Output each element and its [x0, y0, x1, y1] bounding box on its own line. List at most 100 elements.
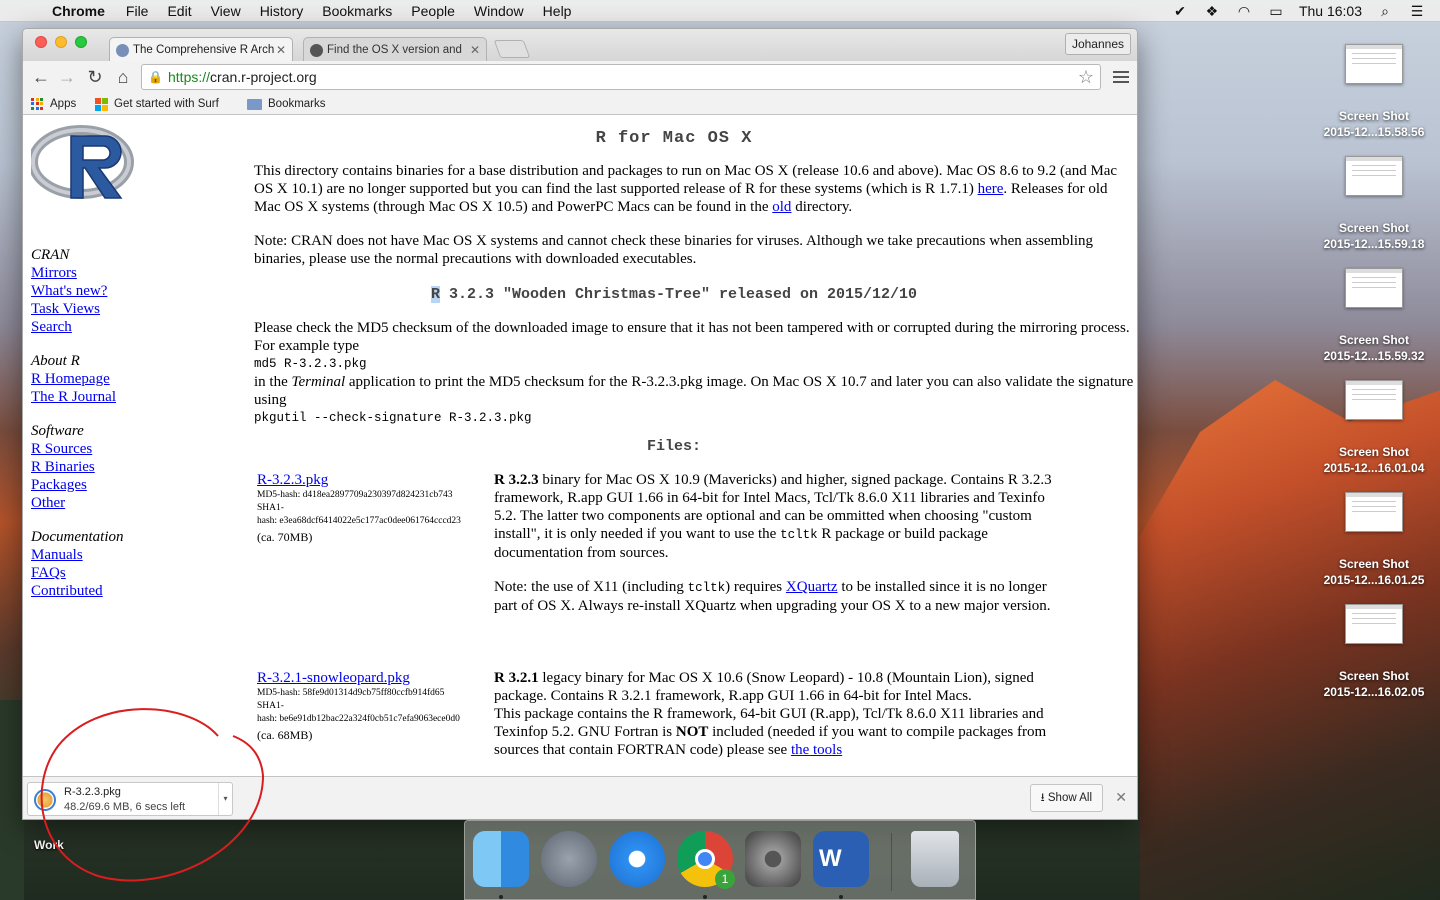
desktop-folder-work-label[interactable]: Work: [34, 838, 64, 852]
tab-find-osx-version[interactable]: Find the OS X version and ✕: [303, 37, 487, 62]
desktop-file-screenshot[interactable]: Screen Shot 2015-12...15.59.32: [1310, 268, 1438, 364]
chrome-menu-icon[interactable]: [1113, 68, 1129, 84]
trash-icon[interactable]: [911, 831, 959, 887]
sidebar-link-other[interactable]: Other: [31, 495, 65, 511]
bookmark-folder[interactable]: Bookmarks: [247, 96, 326, 112]
menu-window[interactable]: Window: [474, 3, 524, 19]
download-item[interactable]: R-3.2.3.pkg 48.2/69.6 MB, 6 secs left ▾: [27, 782, 233, 816]
screenshot-thumbnail: [1345, 604, 1403, 644]
close-window-button[interactable]: [35, 36, 47, 48]
menu-help[interactable]: Help: [543, 3, 572, 19]
desktop-file-label: Screen Shot 2015-12...15.58.56: [1323, 109, 1425, 139]
sidebar-link-whats-new[interactable]: What's new?: [31, 283, 107, 299]
sha1-hash: hash: e3ea68dcf6414022e5c177ac0dee061764…: [257, 516, 461, 526]
sidebar-link-search[interactable]: Search: [31, 319, 72, 335]
menu-edit[interactable]: Edit: [167, 3, 191, 19]
menu-view[interactable]: View: [211, 3, 241, 19]
close-tab-icon[interactable]: ✕: [468, 43, 482, 57]
r-logo[interactable]: [31, 122, 135, 206]
sidebar-link-task-views[interactable]: Task Views: [31, 301, 100, 317]
close-tab-icon[interactable]: ✕: [274, 43, 288, 57]
bookmark-apps[interactable]: Apps: [31, 96, 76, 112]
url-host: cran.r-project.org: [210, 69, 317, 85]
note-paragraph: Note: CRAN does not have Mac OS X system…: [254, 233, 1093, 267]
menu-bookmarks[interactable]: Bookmarks: [322, 3, 392, 19]
show-all-downloads-button[interactable]: ⭳ Show All: [1029, 784, 1103, 812]
link-the-tools[interactable]: the tools: [791, 742, 842, 758]
menu-file[interactable]: File: [126, 3, 149, 19]
tab-title: The Comprehensive R Arch: [133, 44, 274, 56]
tab-title: Find the OS X version and: [327, 44, 462, 56]
url-scheme: https://: [168, 69, 211, 85]
sidebar-link-r-binaries[interactable]: R Binaries: [31, 459, 95, 475]
desktop-file-screenshot[interactable]: Screen Shot 2015-12...16.01.04: [1310, 380, 1438, 476]
safari-icon[interactable]: [609, 831, 665, 887]
menu-people[interactable]: People: [411, 3, 455, 19]
chrome-icon[interactable]: 1: [677, 831, 735, 889]
sidebar-section-software: Software R Sources R Binaries Packages O…: [31, 422, 231, 512]
bookmark-star-icon[interactable]: ☆: [1078, 67, 1094, 88]
download-options-chevron-icon[interactable]: ▾: [218, 783, 232, 815]
tab-cran[interactable]: The Comprehensive R Arch ✕: [109, 37, 293, 62]
sidebar-link-manuals[interactable]: Manuals: [31, 547, 83, 563]
sidebar-link-mirrors[interactable]: Mirrors: [31, 265, 77, 281]
dropbox-icon[interactable]: ❖: [1203, 4, 1221, 18]
window-titlebar[interactable]: The Comprehensive R Arch ✕ Find the OS X…: [23, 29, 1137, 62]
download-filename: R-3.2.3.pkg: [64, 786, 121, 798]
screenshot-thumbnail: [1345, 492, 1403, 532]
system-preferences-icon[interactable]: [745, 831, 801, 887]
bookmark-get-started-surf[interactable]: Get started with Surf: [95, 96, 231, 112]
sidebar-heading: Documentation: [31, 529, 124, 545]
close-shelf-icon[interactable]: ✕: [1115, 789, 1127, 806]
folder-icon: [247, 98, 262, 110]
sidebar-link-r-sources[interactable]: R Sources: [31, 441, 92, 457]
launchpad-icon[interactable]: [541, 831, 597, 887]
new-tab-button[interactable]: [493, 40, 531, 58]
wifi-icon[interactable]: ◠: [1235, 4, 1253, 18]
profile-button[interactable]: Johannes: [1064, 33, 1131, 55]
address-bar[interactable]: 🔒 https://cran.r-project.org ☆: [141, 64, 1101, 90]
lock-icon[interactable]: 🔒: [148, 70, 163, 84]
desktop-file-label: Screen Shot 2015-12...16.01.04: [1323, 445, 1425, 475]
reload-icon[interactable]: ↻: [85, 67, 105, 87]
chrome-window: The Comprehensive R Arch ✕ Find the OS X…: [22, 28, 1138, 820]
dock: 1 W: [464, 820, 976, 900]
link-here[interactable]: here: [978, 181, 1004, 197]
home-icon[interactable]: ⌂: [113, 67, 133, 87]
apps-grid-icon: [31, 97, 44, 111]
word-w-glyph: W: [819, 845, 842, 872]
sidebar-link-faqs[interactable]: FAQs: [31, 565, 66, 581]
desktop-file-screenshot[interactable]: Screen Shot 2015-12...16.01.25: [1310, 492, 1438, 588]
screenshot-thumbnail: [1345, 44, 1403, 84]
back-arrow-icon[interactable]: ←: [31, 67, 51, 87]
sidebar-link-packages[interactable]: Packages: [31, 477, 87, 493]
spotlight-search-icon[interactable]: ⌕: [1376, 4, 1394, 18]
menubar-clock[interactable]: Thu 16:03: [1299, 3, 1362, 19]
sidebar-link-r-journal[interactable]: The R Journal: [31, 389, 116, 405]
screenshot-thumbnail: [1345, 380, 1403, 420]
file-download-link[interactable]: R-3.2.1-snowleopard.pkg: [257, 670, 410, 686]
bookmark-label: Apps: [50, 98, 77, 110]
desktop-file-screenshot[interactable]: Screen Shot 2015-12...15.59.18: [1310, 156, 1438, 252]
desktop-wallpaper-edge: [0, 700, 24, 900]
sidebar-link-contributed[interactable]: Contributed: [31, 583, 103, 599]
sidebar-link-r-homepage[interactable]: R Homepage: [31, 371, 110, 387]
finder-icon[interactable]: [473, 831, 529, 887]
notification-center-icon[interactable]: ☰: [1408, 4, 1426, 18]
zoom-window-button[interactable]: [75, 36, 87, 48]
dock-separator: [891, 833, 892, 891]
menu-history[interactable]: History: [260, 3, 304, 19]
minimize-window-button[interactable]: [55, 36, 67, 48]
desktop-file-screenshot[interactable]: Screen Shot 2015-12...15.58.56: [1310, 44, 1438, 140]
pkgutil-command: pkgutil --check-signature R-3.2.3.pkg: [254, 411, 532, 425]
file-download-link[interactable]: R-3.2.3.pkg: [257, 472, 328, 488]
battery-icon[interactable]: ▭: [1267, 4, 1285, 18]
desktop-file-screenshot[interactable]: Screen Shot 2015-12...16.02.05: [1310, 604, 1438, 700]
word-icon[interactable]: W: [813, 831, 869, 887]
file-description: R 3.2.1 legacy binary for Mac OS X 10.6 …: [494, 670, 1047, 758]
checkmark-status-icon[interactable]: ✔: [1171, 4, 1189, 18]
forward-arrow-icon[interactable]: →: [57, 67, 77, 87]
link-xquartz[interactable]: XQuartz: [786, 579, 838, 595]
menu-app-name[interactable]: Chrome: [52, 3, 105, 19]
link-old[interactable]: old: [772, 199, 791, 215]
